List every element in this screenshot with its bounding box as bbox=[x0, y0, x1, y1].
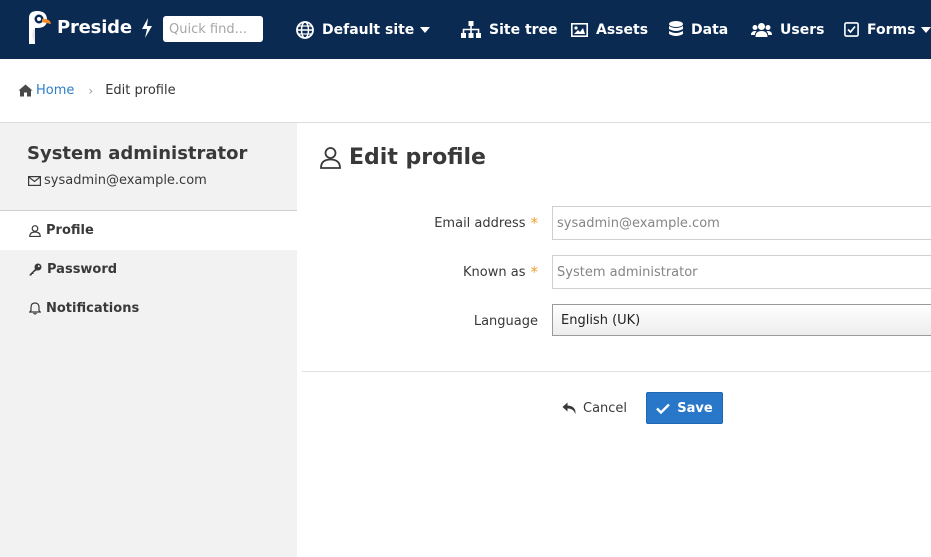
page-title: Edit profile bbox=[320, 145, 486, 170]
cancel-button[interactable]: Cancel bbox=[562, 392, 627, 424]
top-navbar: Preside Default site Site tree bbox=[0, 0, 931, 59]
known-as-label-text: Known as bbox=[463, 264, 526, 280]
sidebar-item-label: Notifications bbox=[46, 301, 140, 316]
brand[interactable]: Preside bbox=[26, 10, 132, 44]
sidebar-item-label: Password bbox=[47, 262, 118, 277]
save-button-label: Save bbox=[677, 400, 713, 416]
nav-forms[interactable]: Forms bbox=[844, 0, 931, 59]
key-icon bbox=[29, 263, 42, 276]
breadcrumb-home-label: Home bbox=[36, 83, 75, 98]
language-select-value: English (UK) bbox=[561, 312, 641, 328]
caret-down-icon bbox=[921, 26, 931, 33]
sitemap-icon bbox=[461, 21, 481, 38]
email-label-text: Email address bbox=[434, 215, 526, 231]
check-icon bbox=[656, 403, 671, 414]
preside-logo-icon bbox=[29, 11, 51, 44]
bolt-icon bbox=[142, 18, 152, 38]
known-as-row: Known as * bbox=[302, 255, 931, 289]
nav-assets-label: Assets bbox=[596, 21, 649, 38]
user-email: sysadmin@example.com bbox=[28, 173, 207, 188]
image-icon bbox=[571, 22, 588, 37]
breadcrumb-current: Edit profile bbox=[105, 83, 176, 98]
sidebar-item-profile[interactable]: Profile bbox=[0, 211, 297, 250]
user-icon bbox=[320, 146, 341, 169]
nav-data[interactable]: Data bbox=[669, 0, 728, 59]
known-as-label: Known as * bbox=[463, 255, 538, 289]
save-button[interactable]: Save bbox=[646, 392, 723, 424]
site-selector-label: Default site bbox=[322, 21, 415, 38]
user-email-text: sysadmin@example.com bbox=[44, 173, 207, 188]
quick-find-input[interactable] bbox=[163, 16, 263, 42]
sidebar-item-password[interactable]: Password bbox=[0, 250, 297, 289]
brand-name: Preside bbox=[57, 16, 132, 38]
edit-profile-panel: Edit profile Email address * Known as * … bbox=[302, 123, 931, 557]
nav-site-tree[interactable]: Site tree bbox=[461, 0, 558, 59]
bell-icon bbox=[29, 302, 41, 315]
envelope-icon bbox=[28, 175, 41, 186]
language-label: Language bbox=[474, 304, 538, 338]
home-icon bbox=[18, 84, 33, 97]
sidebar-item-label: Profile bbox=[46, 223, 94, 238]
nav-data-label: Data bbox=[691, 21, 729, 38]
nav-users[interactable]: Users bbox=[751, 0, 824, 59]
users-icon bbox=[751, 22, 772, 37]
breadcrumb: Home › Edit profile bbox=[0, 59, 931, 123]
user-name: System administrator bbox=[27, 143, 248, 164]
email-field[interactable] bbox=[552, 206, 931, 240]
cancel-button-label: Cancel bbox=[583, 400, 628, 416]
chevron-right-icon: › bbox=[88, 83, 94, 98]
language-label-text: Language bbox=[473, 313, 538, 329]
language-select[interactable]: English (UK) bbox=[552, 304, 931, 336]
globe-icon bbox=[296, 20, 314, 39]
email-label: Email address * bbox=[434, 206, 538, 240]
nav-assets[interactable]: Assets bbox=[571, 0, 648, 59]
language-row: Language English (UK) bbox=[302, 304, 931, 338]
required-marker: * bbox=[530, 214, 539, 232]
nav-site-tree-label: Site tree bbox=[489, 21, 558, 38]
undo-icon bbox=[562, 402, 576, 414]
required-marker: * bbox=[530, 263, 539, 281]
email-row: Email address * bbox=[302, 206, 931, 240]
form-actions-divider bbox=[302, 371, 931, 372]
sidebar-item-notifications[interactable]: Notifications bbox=[0, 289, 297, 328]
database-icon bbox=[669, 20, 683, 36]
nav-forms-label: Forms bbox=[867, 21, 916, 38]
breadcrumb-home[interactable]: Home bbox=[18, 83, 74, 98]
check-square-icon bbox=[844, 22, 859, 37]
page-title-text: Edit profile bbox=[349, 145, 486, 170]
user-icon bbox=[29, 224, 41, 237]
profile-sidebar: System administrator sysadmin@example.co… bbox=[0, 123, 297, 557]
known-as-field[interactable] bbox=[552, 255, 931, 289]
caret-down-icon bbox=[420, 26, 431, 33]
nav-users-label: Users bbox=[780, 21, 825, 38]
site-selector[interactable]: Default site bbox=[296, 0, 431, 59]
